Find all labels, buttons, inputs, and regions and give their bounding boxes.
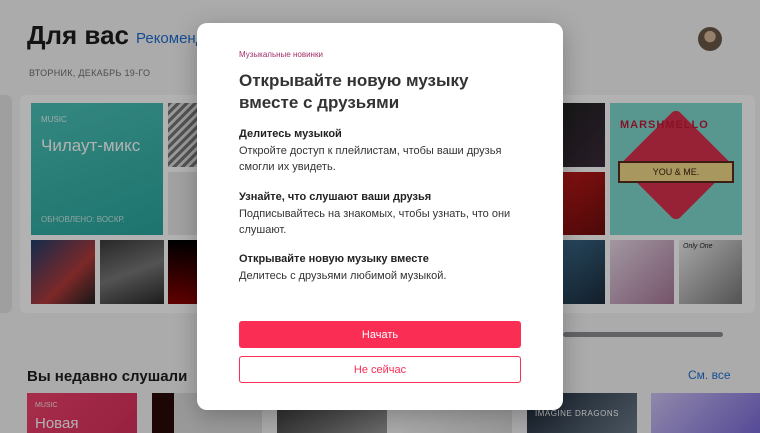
feature-title: Делитесь музыкой [239, 128, 342, 140]
feature-follow: Узнайте, что слушают ваши друзья Подписы… [239, 191, 539, 238]
feature-title: Узнайте, что слушают ваши друзья [239, 191, 432, 203]
feature-description: Делитесь с друзьями любимой музыкой. [239, 270, 447, 282]
start-button[interactable]: Начать [239, 321, 521, 348]
feature-title: Открывайте новую музыку вместе [239, 253, 429, 265]
feature-discover: Открывайте новую музыку вместе Делитесь … [239, 253, 539, 284]
feature-description: Откройте доступ к плейлистам, чтобы ваши… [239, 145, 502, 173]
social-onboarding-dialog: Музыкальные новинки Открывайте новую муз… [197, 23, 563, 410]
feature-description: Подписывайтесь на знакомых, чтобы узнать… [239, 208, 511, 236]
not-now-button[interactable]: Не сейчас [239, 356, 521, 383]
feature-share: Делитесь музыкой Откройте доступ к плейл… [239, 128, 539, 175]
dialog-eyebrow: Музыкальные новинки [239, 50, 323, 59]
dialog-headline: Открывайте новую музыку вместе с друзьям… [239, 71, 469, 112]
